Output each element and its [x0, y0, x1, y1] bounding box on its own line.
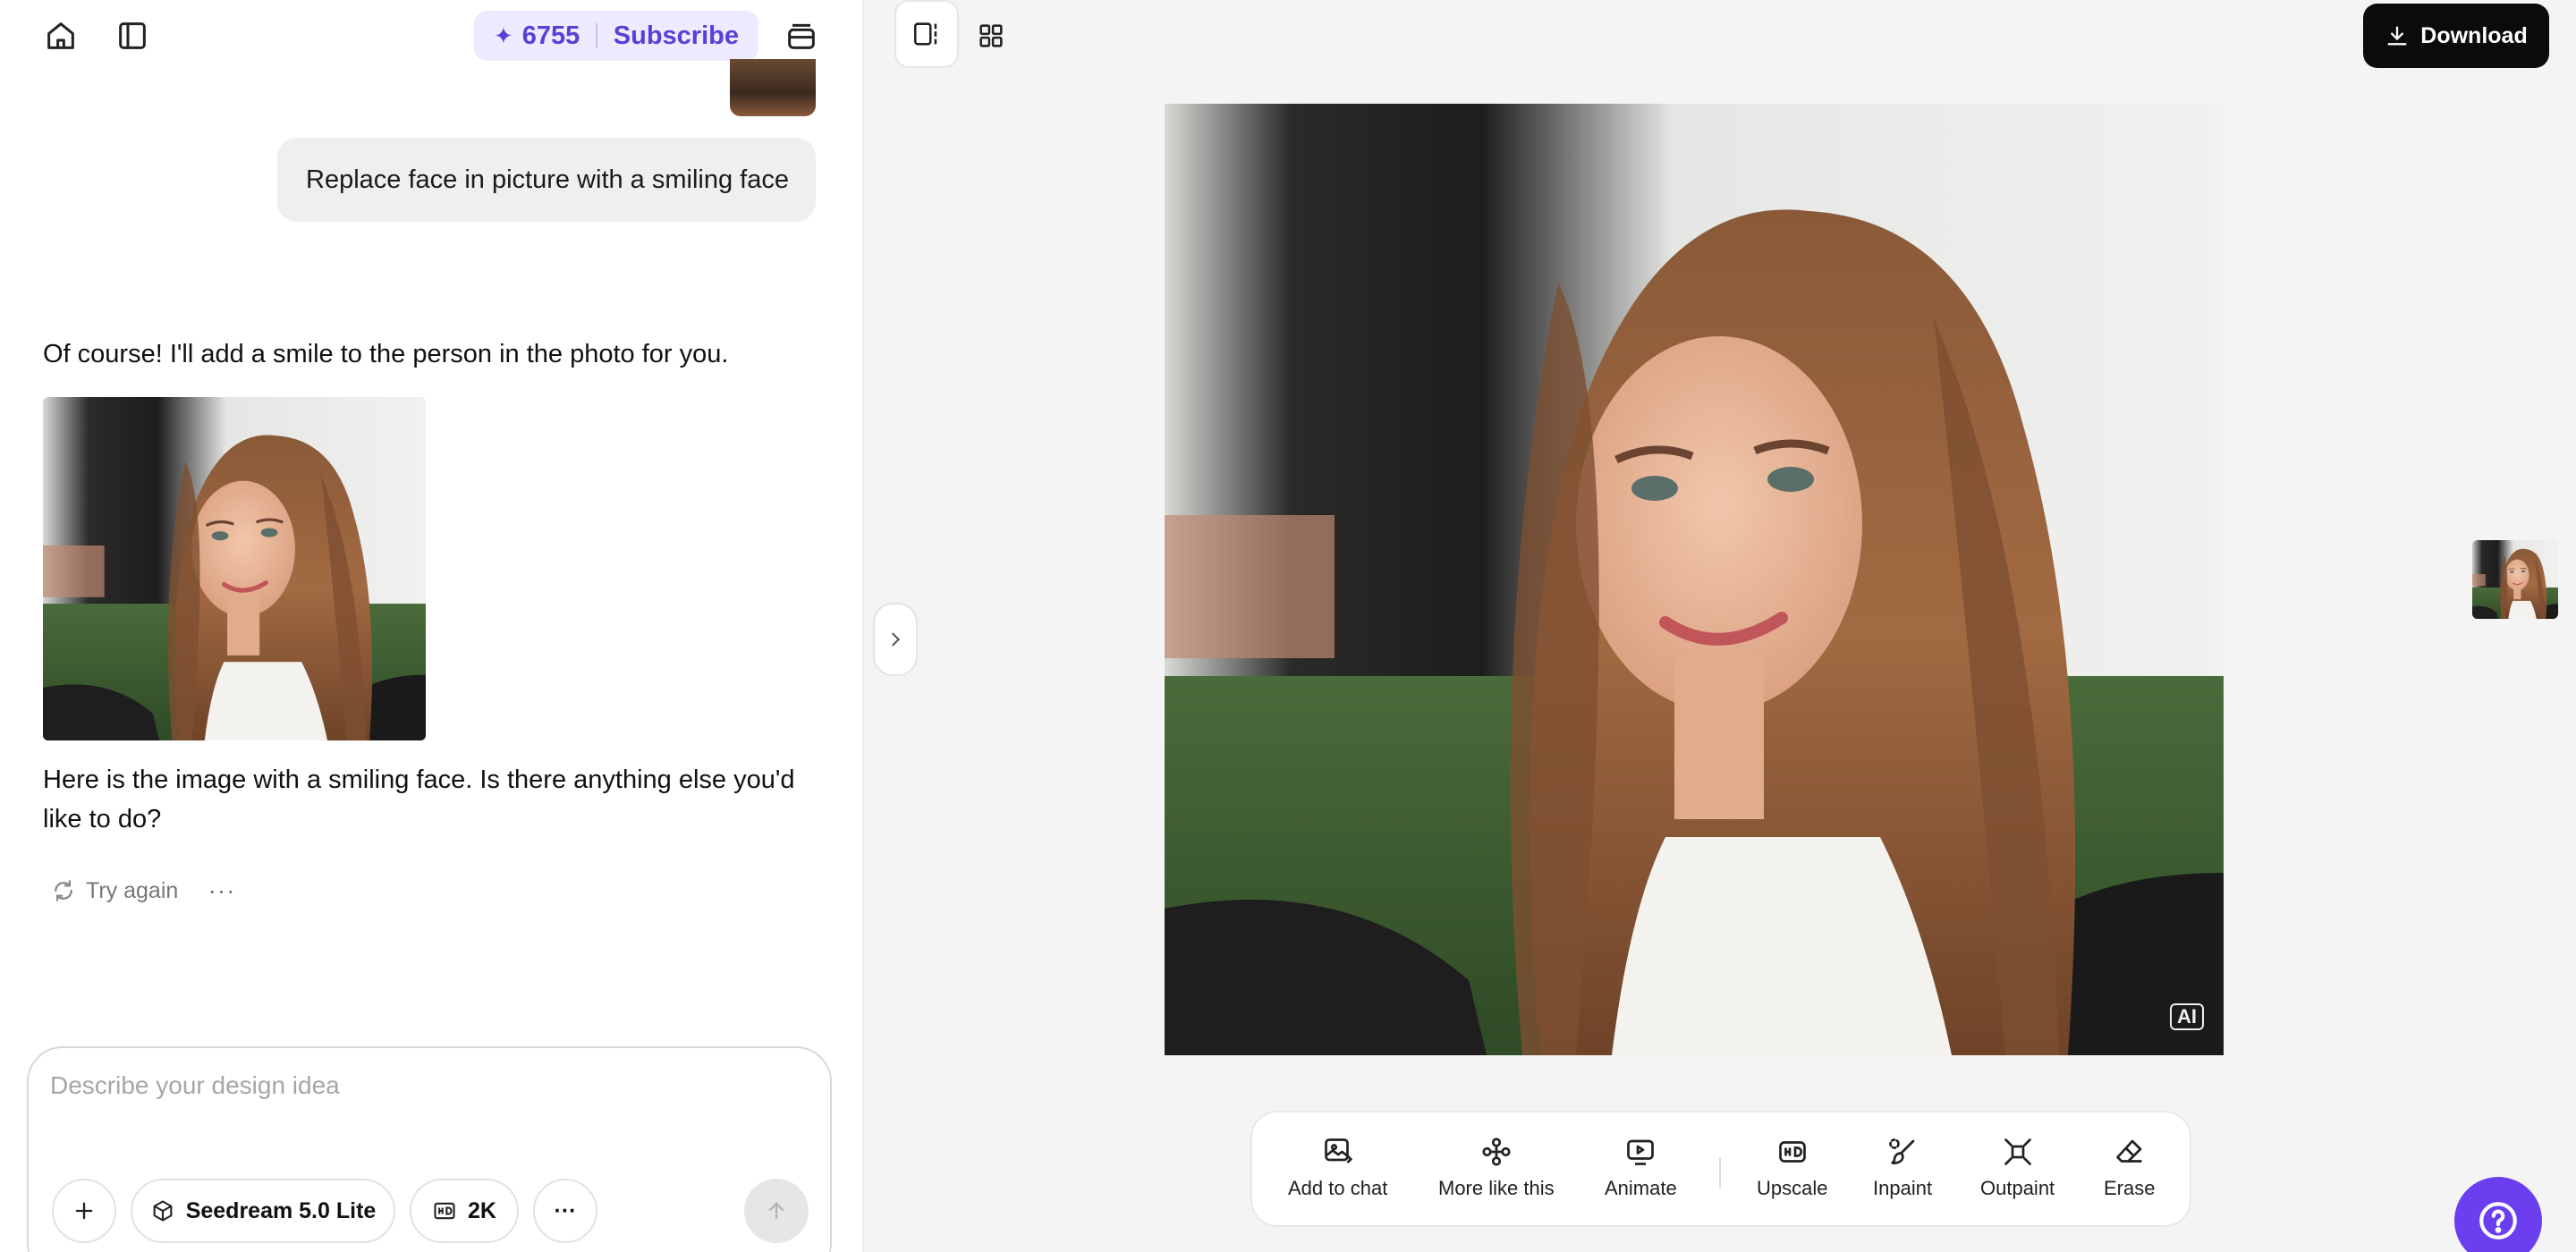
upscale-tool[interactable]: Upscale — [1757, 1136, 1827, 1200]
sparkle-icon: ✦ — [494, 21, 513, 49]
expand-frame-icon — [2004, 1138, 2031, 1165]
outpaint-label: Outpaint — [1980, 1177, 2055, 1199]
user-message-bubble: Replace face in picture with a smiling f… — [277, 138, 816, 222]
question-icon — [2479, 1202, 2517, 1239]
more-like-this-tool[interactable]: More like this — [1438, 1136, 1555, 1200]
help-button[interactable] — [2454, 1177, 2542, 1252]
user-message-text: Replace face in picture with a smiling f… — [306, 165, 789, 194]
hd-icon — [1778, 1141, 1806, 1163]
image-chat-icon — [1324, 1138, 1352, 1163]
stack-icon — [788, 23, 815, 49]
send-button[interactable] — [744, 1179, 809, 1243]
add-to-chat-tool[interactable]: Add to chat — [1288, 1136, 1387, 1200]
assistant-followup-text: Here is the image with a smiling face. I… — [43, 766, 795, 833]
download-icon — [2387, 26, 2407, 46]
ai-generated-badge: AI — [2170, 1003, 2204, 1030]
prompt-composer: Seedream 5.0 Lite 2K ··· — [27, 1046, 832, 1252]
plus-icon — [75, 1202, 93, 1220]
erase-tool[interactable]: Erase — [2104, 1136, 2155, 1200]
model-selector[interactable]: Seedream 5.0 Lite — [131, 1179, 395, 1243]
add-attachment-button[interactable] — [52, 1179, 116, 1243]
nodes-icon — [1482, 1138, 1511, 1166]
play-screen-icon — [1627, 1139, 1655, 1165]
assistant-reply-text: Of course! I'll add a smile to the perso… — [43, 340, 729, 368]
download-button[interactable]: Download — [2363, 4, 2549, 68]
brush-icon — [1889, 1138, 1915, 1164]
collapse-panel-button[interactable] — [873, 603, 918, 676]
grid-icon — [979, 24, 1003, 47]
divider — [596, 23, 597, 48]
add-to-chat-label: Add to chat — [1288, 1177, 1388, 1199]
message-more-button[interactable]: ··· — [204, 875, 240, 907]
history-button[interactable] — [776, 16, 826, 55]
inpaint-tool[interactable]: Inpaint — [1873, 1136, 1932, 1200]
cube-icon — [153, 1200, 173, 1222]
credits-count: 6755 — [521, 21, 580, 50]
subscribe-button[interactable]: Subscribe — [614, 21, 739, 51]
arrow-up-icon — [768, 1202, 784, 1220]
eraser-icon — [2115, 1139, 2142, 1163]
grid-view-toggle[interactable] — [971, 16, 1011, 55]
model-label: Seedream 5.0 Lite — [185, 1197, 377, 1223]
composer-more-button[interactable]: ··· — [533, 1179, 597, 1243]
home-icon — [47, 22, 74, 49]
main-canvas-image[interactable]: AI — [1165, 104, 2224, 1055]
canvas-image-thumbnail[interactable] — [2472, 540, 2558, 619]
prompt-input[interactable] — [50, 1071, 784, 1100]
chevron-right-icon — [892, 632, 901, 647]
resolution-selector[interactable]: 2K — [410, 1179, 519, 1243]
chat-panel: ✦ 6755 Subscribe Replace face in picture… — [0, 0, 864, 1252]
upscale-label: Upscale — [1757, 1177, 1828, 1199]
try-again-button[interactable]: Try again — [50, 875, 178, 907]
previous-image-thumbnail[interactable] — [730, 59, 816, 116]
try-again-label: Try again — [86, 877, 179, 903]
animate-tool[interactable]: Animate — [1605, 1136, 1677, 1200]
image-tools-toolbar: Add to chat More like this Animate Upsca… — [1250, 1111, 2191, 1227]
single-view-toggle[interactable] — [894, 0, 959, 68]
outpaint-tool[interactable]: Outpaint — [1980, 1136, 2055, 1200]
resolution-label: 2K — [468, 1197, 496, 1223]
inpaint-label: Inpaint — [1873, 1177, 1933, 1199]
download-label: Download — [2420, 22, 2528, 48]
more-like-this-label: More like this — [1438, 1177, 1555, 1199]
toggle-sidebar-button[interactable] — [107, 16, 157, 55]
hd-icon — [434, 1202, 455, 1220]
credits-subscribe-pill[interactable]: ✦ 6755 Subscribe — [474, 11, 758, 61]
generated-image-thumbnail[interactable] — [43, 397, 426, 740]
refresh-icon — [55, 880, 72, 901]
panel-view-icon — [913, 22, 937, 46]
toolbar-divider — [1719, 1157, 1721, 1188]
erase-label: Erase — [2104, 1177, 2156, 1199]
sidebar-icon — [119, 22, 146, 49]
animate-label: Animate — [1605, 1177, 1677, 1199]
home-button[interactable] — [36, 16, 86, 55]
